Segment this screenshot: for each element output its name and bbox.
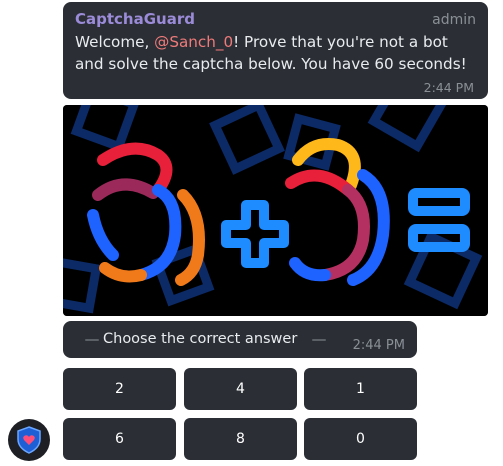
answer-button-4[interactable]: 6 bbox=[63, 418, 176, 460]
prompt-dash-right bbox=[312, 339, 326, 341]
answer-prompt: Choose the correct answer 2:44 PM bbox=[63, 321, 417, 358]
message-text-line1: ! Prove that you're not a bot bbox=[233, 33, 448, 51]
message-text-prefix: Welcome, bbox=[75, 33, 155, 51]
answer-button-3[interactable]: 1 bbox=[304, 368, 417, 410]
message-text: Welcome, @Sanch_0! Prove that you're not… bbox=[75, 31, 476, 75]
shield-heart-icon bbox=[17, 426, 41, 454]
sender-role: admin bbox=[432, 12, 476, 28]
answer-button-6[interactable]: 0 bbox=[304, 418, 417, 460]
prompt-dash-left bbox=[85, 339, 99, 341]
prompt-text: Choose the correct answer bbox=[103, 331, 298, 347]
captcha-image[interactable] bbox=[63, 105, 488, 316]
answer-button-1[interactable]: 2 bbox=[63, 368, 176, 410]
message-time: 2:44 PM bbox=[423, 80, 474, 95]
sender-name[interactable]: CaptchaGuard bbox=[75, 10, 195, 28]
captcha-math-image bbox=[63, 105, 488, 316]
answer-button-2[interactable]: 4 bbox=[184, 368, 297, 410]
user-mention[interactable]: @Sanch_0 bbox=[154, 33, 233, 51]
answer-button-5[interactable]: 8 bbox=[184, 418, 297, 460]
prompt-time: 2:44 PM bbox=[352, 338, 405, 353]
message-text-line2: and solve the captcha below. You have 60… bbox=[75, 55, 467, 73]
message-header: CaptchaGuard admin bbox=[75, 10, 476, 30]
welcome-message: CaptchaGuard admin Welcome, @Sanch_0! Pr… bbox=[63, 2, 488, 99]
avatar[interactable] bbox=[8, 419, 50, 461]
